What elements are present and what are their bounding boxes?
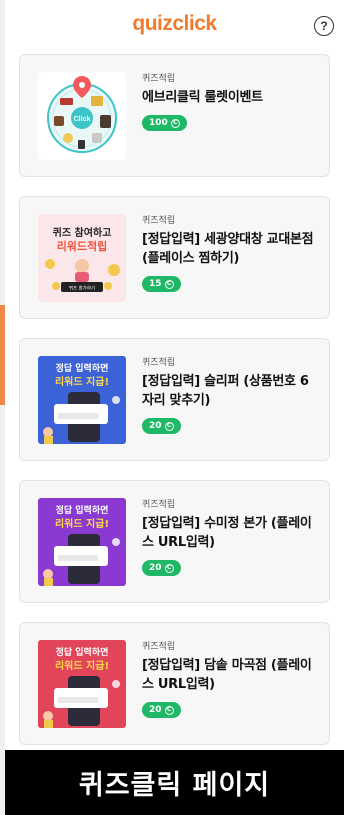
coin-icon: C xyxy=(164,421,174,431)
svg-text:리워드 지급!: 리워드 지급! xyxy=(55,659,109,672)
answer-thumbnail: 정답 입력하면 리워드 지급! xyxy=(38,640,126,728)
svg-text:리워드 지급!: 리워드 지급! xyxy=(55,375,109,388)
svg-text:리워드적립: 리워드적립 xyxy=(57,239,108,253)
roulette-thumbnail: Click xyxy=(38,72,126,160)
quiz-title: [정답입력] 수미정 본가 (플레이스 URL입력) xyxy=(142,516,312,550)
quiz-list: Click 퀴즈적립 에브리클릭 룰렛이벤트 100 C 퀴즈 참여하고 리워드… xyxy=(5,54,344,745)
quiz-info: 퀴즈적립 [정답입력] 세광양대창 교대본점 (플레이스 찜하기) 15 C xyxy=(142,215,319,292)
reward-amount: 20 xyxy=(149,421,162,431)
quiz-title: [정답입력] 슬리퍼 (상품번호 6자리 맞추기) xyxy=(142,374,309,408)
page-caption: 퀴즈클릭 페이지 xyxy=(5,750,344,815)
svg-text:Click: Click xyxy=(74,116,91,123)
quiz-category: 퀴즈적립 xyxy=(142,358,176,368)
quiz-category: 퀴즈적립 xyxy=(142,642,176,652)
svg-text:정답 입력하면: 정답 입력하면 xyxy=(56,504,109,516)
answer-reward-image: 정답 입력하면 리워드 지급! xyxy=(38,640,126,728)
quiz-card[interactable]: 정답 입력하면 리워드 지급! 퀴즈적립 [정답입력] 수미정 본가 (플레이스… xyxy=(19,480,330,603)
reward-amount: 20 xyxy=(149,563,162,573)
svg-text:리워드 지급!: 리워드 지급! xyxy=(55,517,109,530)
roulette-image: Click xyxy=(38,72,126,160)
reward-badge: 20 C xyxy=(142,702,181,718)
quiz-title: 에브리클릭 룰렛이벤트 xyxy=(142,90,263,105)
coin-icon: C xyxy=(164,563,174,573)
quiz-category: 퀴즈적립 xyxy=(142,216,176,226)
svg-text:퀴즈 참가하기: 퀴즈 참가하기 xyxy=(69,285,95,292)
svg-text:정답 입력하면: 정답 입력하면 xyxy=(56,362,109,374)
coin-icon: C xyxy=(164,279,174,289)
quiz-card[interactable]: 정답 입력하면 리워드 지급! 퀴즈적립 [정답입력] 담솥 마곡점 (플레이스… xyxy=(19,622,330,745)
coin-icon: C xyxy=(164,705,174,715)
answer-thumbnail: 정답 입력하면 리워드 지급! xyxy=(38,356,126,444)
answer-thumbnail: 정답 입력하면 리워드 지급! xyxy=(38,498,126,586)
quiz-card[interactable]: Click 퀴즈적립 에브리클릭 룰렛이벤트 100 C xyxy=(19,54,330,177)
quiz-title: [정답입력] 세광양대창 교대본점 (플레이스 찜하기) xyxy=(142,232,314,266)
quiz-info: 퀴즈적립 [정답입력] 담솥 마곡점 (플레이스 URL입력) 20 C xyxy=(142,641,319,718)
reward-badge: 15 C xyxy=(142,276,181,292)
quiz-card[interactable]: 퀴즈 참여하고 리워드적립 퀴즈 참가하기 퀴즈적립 [정답입력] 세광양대창 … xyxy=(19,196,330,319)
quiz-info: 퀴즈적립 에브리클릭 룰렛이벤트 100 C xyxy=(142,73,319,131)
quiz-info: 퀴즈적립 [정답입력] 슬리퍼 (상품번호 6자리 맞추기) 20 C xyxy=(142,357,319,434)
quiz-info: 퀴즈적립 [정답입력] 수미정 본가 (플레이스 URL입력) 20 C xyxy=(142,499,319,576)
quiz-title: [정답입력] 담솥 마곡점 (플레이스 URL입력) xyxy=(142,658,312,692)
answer-reward-image: 정답 입력하면 리워드 지급! xyxy=(38,356,126,444)
reward-badge: 20 C xyxy=(142,560,181,576)
header: quizclick ? xyxy=(5,0,344,54)
svg-text:정답 입력하면: 정답 입력하면 xyxy=(56,646,109,658)
quiz-category: 퀴즈적립 xyxy=(142,500,176,510)
reward-badge: 100 C xyxy=(142,115,187,131)
help-icon[interactable]: ? xyxy=(314,16,334,36)
quiz-reward-image: 퀴즈 참여하고 리워드적립 퀴즈 참가하기 xyxy=(38,214,126,302)
quiz-thumbnail: 퀴즈 참여하고 리워드적립 퀴즈 참가하기 xyxy=(38,214,126,302)
coin-icon: C xyxy=(170,118,180,128)
reward-badge: 20 C xyxy=(142,418,181,434)
reward-amount: 100 xyxy=(149,118,168,128)
quizclick-logo[interactable]: quizclick xyxy=(5,12,344,36)
answer-reward-image: 정답 입력하면 리워드 지급! xyxy=(38,498,126,586)
reward-amount: 15 xyxy=(149,279,162,289)
quiz-category: 퀴즈적립 xyxy=(142,74,176,84)
svg-text:퀴즈 참여하고: 퀴즈 참여하고 xyxy=(53,226,112,239)
reward-amount: 20 xyxy=(149,705,162,715)
app-screen: quizclick ? Click 퀴즈적립 에브리클릭 룰렛이벤트 100 C… xyxy=(5,0,344,815)
quiz-card[interactable]: 정답 입력하면 리워드 지급! 퀴즈적립 [정답입력] 슬리퍼 (상품번호 6자… xyxy=(19,338,330,461)
